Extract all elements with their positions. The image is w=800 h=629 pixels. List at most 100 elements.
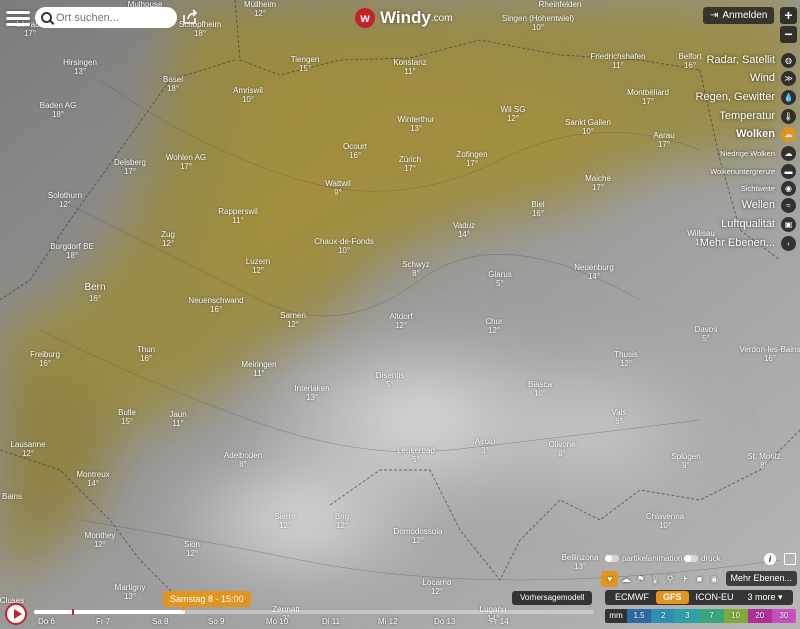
windy-logo[interactable]: w Windy .com <box>355 6 453 30</box>
place-label[interactable]: Chaux-de-Fonds 10° <box>314 237 374 255</box>
place-label[interactable]: Disentis 5° <box>376 371 404 389</box>
place-label[interactable]: Zug 12° <box>161 230 175 248</box>
timeline-day[interactable]: Do 13 <box>434 617 455 626</box>
layer-item[interactable]: Wolkenuntergrenze <box>710 167 775 176</box>
more-layers-button[interactable]: Mehr Ebenen... <box>725 571 798 586</box>
waves-icon[interactable]: ≈ <box>781 198 796 213</box>
place-label[interactable]: Vaduz 14° <box>453 221 475 239</box>
login-button[interactable]: ⇥ Anmelden <box>703 7 775 24</box>
particles-toggle[interactable]: partikelanimation <box>605 554 682 563</box>
timeline-day[interactable]: Fr 7 <box>96 617 110 626</box>
layer-item[interactable]: Mehr Ebenen... <box>700 237 775 249</box>
place-label[interactable]: Tiengen 15° <box>291 55 320 73</box>
place-label[interactable]: Wattwil 9° <box>325 179 350 197</box>
place-label[interactable]: Wohlen AG 17° <box>166 153 206 171</box>
low-cloud-icon[interactable]: ☁ <box>781 146 796 161</box>
place-label[interactable]: Wil SG 12° <box>501 105 526 123</box>
layer-item[interactable]: Niedrige Wolken <box>720 149 775 158</box>
pin-icon[interactable]: ⚲ <box>663 571 678 587</box>
zoom-out-button[interactable]: − <box>780 26 797 43</box>
cloud-icon[interactable]: ☁ <box>781 127 796 142</box>
place-label[interactable]: Verdon-les-Bains 16° <box>740 345 800 363</box>
place-label[interactable]: Jaun 11° <box>169 410 186 428</box>
place-label[interactable]: Leukerbad 5° <box>397 446 435 464</box>
place-label[interactable]: Biasca 10° <box>528 380 552 398</box>
radio-icon[interactable]: ◉ <box>707 571 722 587</box>
place-label[interactable]: Lausanne 12° <box>10 440 45 458</box>
current-time-bubble[interactable]: Samstag 8 - 15:00 <box>163 591 251 611</box>
timeline-day[interactable]: Fr 14 <box>490 617 509 626</box>
layer-item[interactable]: Wolken <box>736 128 775 140</box>
place-label[interactable]: Luzern 12° <box>246 257 270 275</box>
place-label[interactable]: Brig 12° <box>335 512 349 530</box>
place-label[interactable]: Konstanz 11° <box>393 58 426 76</box>
place-label[interactable]: Splügen 9° <box>671 452 700 470</box>
wind-icon[interactable]: ≫ <box>781 71 796 86</box>
info-icon[interactable]: i <box>764 553 776 565</box>
place-label[interactable]: Singen (Hohentwiel) 10° <box>502 14 574 32</box>
search-input[interactable] <box>56 11 166 24</box>
eye-icon[interactable]: ◉ <box>781 181 796 196</box>
place-label[interactable]: St. Moritz 8° <box>747 452 781 470</box>
place-label[interactable]: Montbéliard 17° <box>627 88 669 106</box>
place-label[interactable]: Domodossola 12° <box>394 527 443 545</box>
place-label[interactable]: Chiavenna 10° <box>646 512 684 530</box>
place-label[interactable]: Freiburg 16° <box>30 350 60 368</box>
place-label[interactable]: Aarau 17° <box>653 131 674 149</box>
layer-item[interactable]: Luftqualität <box>721 218 775 230</box>
timeline-day[interactable]: Mo 10 <box>266 617 288 626</box>
model-option[interactable]: GFS <box>656 591 689 604</box>
place-label[interactable]: Schwyz 8° <box>402 260 430 278</box>
place-label[interactable]: Winterthur 13° <box>398 115 435 133</box>
play-button[interactable] <box>5 603 27 625</box>
place-label[interactable]: Sankt Gallen 10° <box>565 118 611 136</box>
pressure-switch[interactable] <box>684 555 698 562</box>
layer-item[interactable]: Radar, Satellit <box>707 54 775 66</box>
place-label[interactable]: Chur 12° <box>485 317 502 335</box>
place-label[interactable]: Bern 16° <box>84 282 105 304</box>
pressure-toggle[interactable]: druck <box>684 554 721 563</box>
place-label[interactable]: Sion 12° <box>184 540 200 558</box>
place-label[interactable]: Delsberg 17° <box>114 158 146 176</box>
timeline-bar[interactable] <box>34 609 594 615</box>
place-label[interactable]: Sierre 12° <box>274 512 295 530</box>
place-label[interactable]: Bellinzona 13° <box>562 553 599 571</box>
place-label[interactable]: Sarnen 12° <box>280 311 306 329</box>
place-label[interactable]: Friedrichshafen 11° <box>590 52 645 70</box>
place-label[interactable]: Solothurn 12° <box>48 191 82 209</box>
timeline-day[interactable]: Sa 8 <box>152 617 168 626</box>
timeline-day[interactable]: Mi 12 <box>378 617 398 626</box>
place-label[interactable]: Glarus 5° <box>488 270 512 288</box>
place-label[interactable]: Zürich 17° <box>399 155 421 173</box>
place-label[interactable]: Meiringen 11° <box>241 360 276 378</box>
menu-button[interactable] <box>6 8 30 28</box>
weather-map[interactable]: Mulhouse18°Müllheim12°RheinfeldenSingen … <box>0 0 800 629</box>
place-label[interactable]: Belfort 16° <box>678 52 701 70</box>
timeline-day[interactable]: Do 6 <box>38 617 55 626</box>
place-label[interactable]: Bains <box>2 492 22 501</box>
place-label[interactable]: Locarno 12° <box>423 578 452 596</box>
place-label[interactable]: Müllheim 12° <box>244 0 276 18</box>
chevron-left-icon[interactable]: ‹ <box>781 236 796 251</box>
layer-item[interactable]: Wellen <box>742 199 775 211</box>
thermometer-icon[interactable]: 🌡 <box>781 109 796 124</box>
layer-item[interactable]: Regen, Gewitter <box>696 91 775 103</box>
place-label[interactable]: Vals 6° <box>612 408 627 426</box>
place-label[interactable]: Basel 18° <box>163 75 183 93</box>
timeline-day[interactable]: So 9 <box>208 617 224 626</box>
place-label[interactable]: Bulle 15° <box>118 408 136 426</box>
place-label[interactable]: Amriswil 10° <box>233 86 263 104</box>
place-label[interactable]: Thusis 12° <box>614 350 638 368</box>
model-option[interactable]: ECMWF <box>608 591 656 604</box>
zoom-in-button[interactable]: + <box>780 7 797 24</box>
place-label[interactable]: Burgdorf BE 18° <box>50 242 94 260</box>
fullscreen-icon[interactable] <box>784 553 796 565</box>
place-label[interactable]: Baden AG 18° <box>40 101 76 119</box>
place-label[interactable]: Biel 16° <box>531 200 544 218</box>
place-label[interactable]: Airolo 3° <box>475 437 495 455</box>
plane-icon[interactable]: ✈ <box>677 571 692 587</box>
place-label[interactable]: Martigny 13° <box>115 583 146 601</box>
particles-switch[interactable] <box>605 555 619 562</box>
place-label[interactable]: Olivone 8° <box>548 440 575 458</box>
forecast-model-button[interactable]: Vorhersagemodell <box>512 591 593 605</box>
